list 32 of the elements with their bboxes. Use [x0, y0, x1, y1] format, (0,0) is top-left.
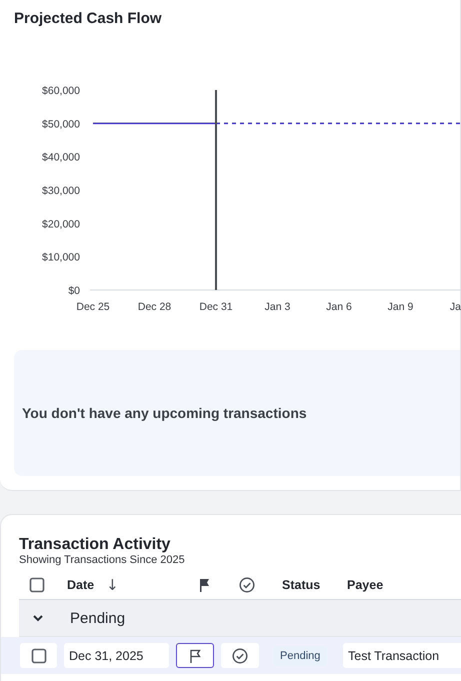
- select-all-checkbox[interactable]: [29, 577, 45, 593]
- payee-field[interactable]: Test Transaction: [343, 643, 461, 668]
- axis-label: $20,000: [42, 218, 80, 230]
- axis-label: Ja: [450, 301, 461, 313]
- column-header[interactable]: Payee: [347, 578, 384, 592]
- section-title: Projected Cash Flow: [14, 10, 163, 29]
- date-field[interactable]: Dec 31, 2025: [64, 643, 169, 668]
- axis-label: Dec 28: [138, 301, 172, 313]
- row-checkbox[interactable]: [20, 643, 57, 668]
- column-header[interactable]: Date: [67, 578, 94, 592]
- cleared-button[interactable]: [221, 643, 259, 668]
- axis-label: $10,000: [42, 252, 80, 264]
- axis-label: Dec 31: [199, 301, 233, 313]
- axis-label: Jan 6: [326, 301, 352, 313]
- group-label: Pending: [70, 610, 126, 626]
- axis-label: $40,000: [42, 152, 80, 164]
- axis-label: $50,000: [42, 118, 80, 130]
- axis-label: Dec 25: [76, 301, 110, 313]
- empty-state-message: You don't have any upcoming transactions: [22, 405, 307, 421]
- check-circle-icon: [239, 577, 255, 593]
- column-header[interactable]: Status: [282, 578, 320, 592]
- axis-label: $60,000: [42, 85, 80, 97]
- axis-label: Jan 9: [388, 301, 414, 313]
- group-row[interactable]: Pending: [19, 600, 461, 637]
- flag-button[interactable]: [176, 643, 214, 668]
- section-title: Transaction Activity: [19, 536, 172, 554]
- section-subtitle: Showing Transactions Since 2025: [19, 554, 186, 567]
- axis-label: Jan 3: [264, 301, 290, 313]
- status-badge: Pending: [273, 646, 328, 666]
- axis-label: $0: [68, 285, 80, 297]
- sort-button[interactable]: ↓: [106, 576, 119, 594]
- axis-label: $30,000: [42, 185, 80, 197]
